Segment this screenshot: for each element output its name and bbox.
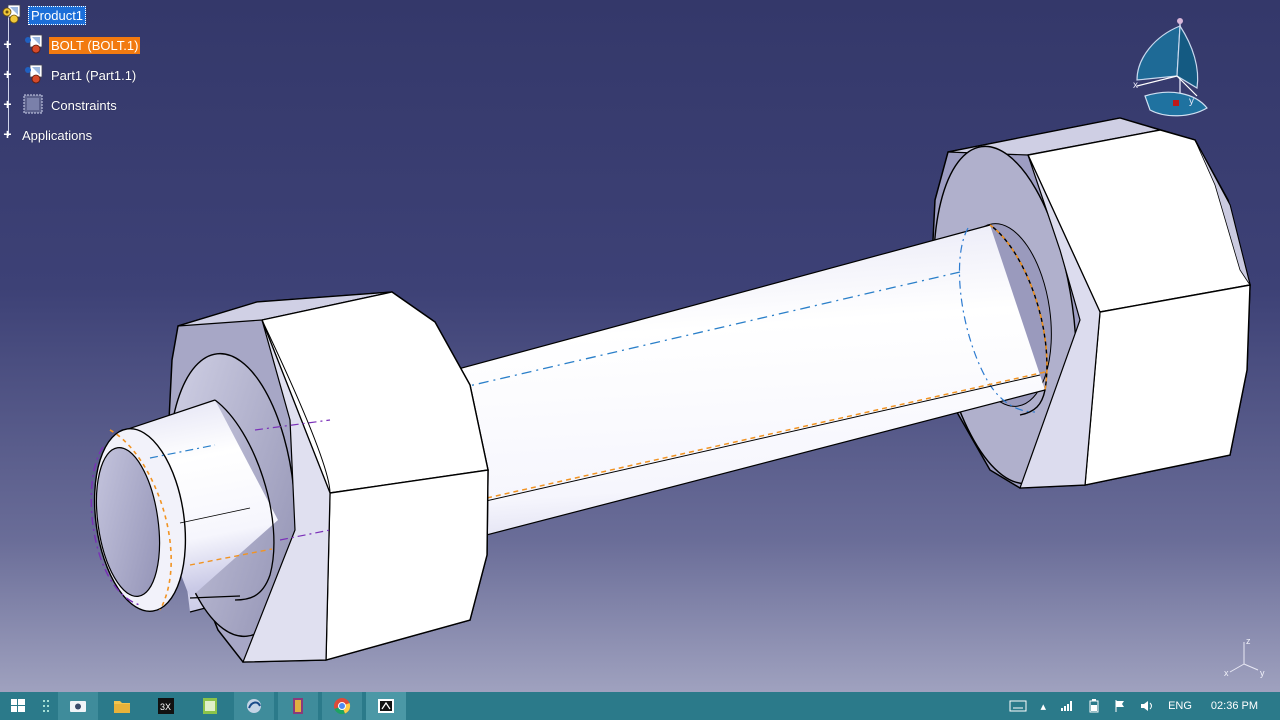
tree-label-part1[interactable]: Part1 (Part1.1)	[49, 67, 138, 84]
grip-icon	[43, 700, 49, 712]
svg-text:3X: 3X	[160, 702, 171, 712]
axis-x-label: x	[1224, 668, 1229, 678]
taskbar[interactable]: 3X ▴ ENG 02:36 PM	[0, 692, 1280, 720]
action-center-flag-icon[interactable]	[1114, 699, 1126, 713]
tree-label-bolt[interactable]: BOLT (BOLT.1)	[49, 37, 141, 54]
taskbar-app-screen-capture[interactable]	[58, 692, 98, 720]
windows-logo-icon	[11, 699, 25, 712]
specification-tree[interactable]: Product1 + BOLT (BOLT.1) + Part1 (Part1.…	[0, 0, 200, 150]
tree-label-applications[interactable]: Applications	[20, 127, 94, 144]
show-hidden-icons-chevron-icon[interactable]: ▴	[1041, 700, 1047, 713]
expand-plus-icon[interactable]: +	[2, 67, 13, 81]
axis-triad: z x y	[1224, 636, 1265, 678]
task-view-button[interactable]	[40, 692, 52, 720]
tree-label-constraints[interactable]: Constraints	[49, 97, 119, 114]
axis-y-label: y	[1260, 668, 1265, 678]
keyboard-icon[interactable]	[1009, 700, 1027, 712]
system-tray[interactable]: ▴ ENG 02:36 PM	[1002, 692, 1280, 720]
folder-icon	[114, 701, 130, 713]
battery-icon[interactable]	[1088, 699, 1100, 713]
chrome-icon	[334, 698, 351, 715]
catia-icon	[247, 699, 261, 713]
constraints-icon	[23, 94, 43, 114]
language-indicator[interactable]: ENG	[1168, 700, 1192, 712]
taskbar-app-catia[interactable]	[234, 692, 274, 720]
product-icon	[2, 4, 21, 24]
taskbar-app-file-explorer[interactable]	[102, 692, 142, 720]
archive-icon	[293, 698, 303, 714]
compass-x-label: x	[1133, 80, 1138, 91]
compass-y-label: y	[1189, 96, 1194, 107]
taskbar-app-chrome[interactable]	[322, 692, 362, 720]
camera-icon	[70, 701, 86, 712]
expand-plus-icon[interactable]: +	[2, 97, 13, 111]
taskbar-app-catia-active[interactable]	[366, 692, 406, 720]
expand-plus-icon[interactable]: +	[2, 127, 13, 141]
wifi-signal-icon[interactable]	[1060, 700, 1074, 712]
expand-plus-icon[interactable]: +	[2, 37, 13, 51]
taskbar-app-notes[interactable]	[190, 692, 230, 720]
clock[interactable]: 02:36 PM	[1211, 700, 1258, 712]
compass-widget[interactable]: x y	[1125, 18, 1215, 128]
catia-window-icon	[378, 699, 394, 713]
axis-z-label: z	[1246, 636, 1251, 646]
taskbar-app-archive[interactable]	[278, 692, 318, 720]
start-button[interactable]	[0, 692, 36, 720]
tree-label-product1[interactable]: Product1	[28, 6, 87, 25]
notes-icon	[203, 698, 217, 714]
volume-icon[interactable]	[1140, 700, 1154, 712]
component-icon	[25, 64, 43, 84]
app-3dx-icon: 3X	[158, 698, 174, 714]
taskbar-app-3dx[interactable]: 3X	[146, 692, 186, 720]
component-icon	[25, 34, 43, 54]
